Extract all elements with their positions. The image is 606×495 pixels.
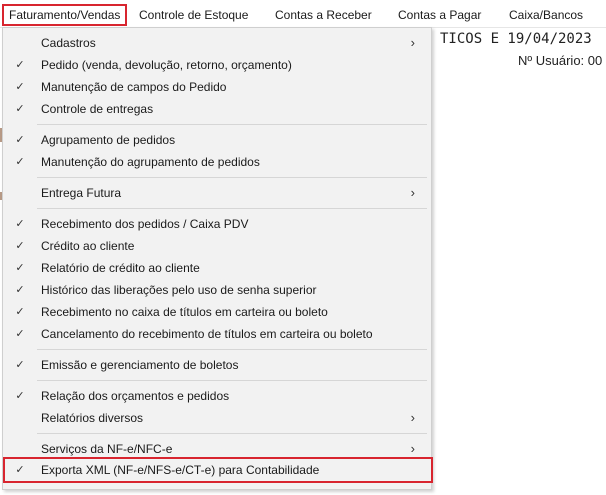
menu-item-entrega-futura[interactable]: Entrega Futura › [5, 182, 429, 204]
menu-item-label: Cadastros [41, 36, 96, 50]
menu-item-label: Relatórios diversos [41, 411, 144, 425]
menu-item-label: Crédito ao cliente [41, 239, 135, 253]
menu-item-recebimento-titulos[interactable]: ✓ Recebimento no caixa de títulos em car… [5, 301, 429, 323]
menu-item-cadastros[interactable]: Cadastros › [5, 32, 429, 54]
menubar-contas-receber[interactable]: Contas a Receber [270, 4, 377, 26]
menu-separator [37, 208, 427, 209]
menu-separator [37, 349, 427, 350]
menu-item-label: Controle de entregas [41, 102, 154, 116]
check-icon: ✓ [15, 262, 25, 274]
menu-item-label: Relação dos orçamentos e pedidos [41, 389, 230, 403]
check-icon: ✓ [15, 390, 25, 402]
check-icon: ✓ [15, 284, 25, 296]
menubar-contas-pagar[interactable]: Contas a Pagar [393, 4, 486, 26]
check-icon: ✓ [15, 59, 25, 71]
chevron-right-icon: › [410, 35, 415, 50]
chevron-right-icon: › [410, 410, 415, 425]
menu-item-relatorios-diversos[interactable]: Relatórios diversos › [5, 407, 429, 429]
check-icon: ✓ [15, 134, 25, 146]
menu-item-relacao-orcamentos[interactable]: ✓ Relação dos orçamentos e pedidos [5, 385, 429, 407]
menu-bar: Faturamento/Vendas Controle de Estoque C… [0, 0, 606, 28]
check-icon: ✓ [15, 218, 25, 230]
check-icon: ✓ [15, 103, 25, 115]
menu-item-label: Manutenção do agrupamento de pedidos [41, 155, 260, 169]
menu-item-controle-entregas[interactable]: ✓ Controle de entregas [5, 98, 429, 120]
check-icon: ✓ [15, 464, 25, 476]
menu-item-agrupamento-pedidos[interactable]: ✓ Agrupamento de pedidos [5, 129, 429, 151]
menu-separator [37, 124, 427, 125]
menu-separator [37, 177, 427, 178]
check-icon: ✓ [15, 240, 25, 252]
menu-item-manutencao-campos-pedido[interactable]: ✓ Manutenção de campos do Pedido [5, 76, 429, 98]
menu-item-label: Emissão e gerenciamento de boletos [41, 358, 239, 372]
check-icon: ✓ [15, 81, 25, 93]
faturamento-vendas-dropdown: Cadastros › ✓ Pedido (venda, devolução, … [2, 27, 433, 490]
menu-item-label: Exporta XML (NF-e/NFS-e/CT-e) para Conta… [41, 463, 320, 477]
menu-separator [37, 380, 427, 381]
check-icon: ✓ [15, 156, 25, 168]
menu-item-label: Pedido (venda, devolução, retorno, orçam… [41, 58, 292, 72]
check-icon: ✓ [15, 359, 25, 371]
menu-item-label: Relatório de crédito ao cliente [41, 261, 200, 275]
menu-item-credito-cliente[interactable]: ✓ Crédito ao cliente [5, 235, 429, 257]
menu-item-label: Entrega Futura [41, 186, 122, 200]
menu-item-label: Manutenção de campos do Pedido [41, 80, 227, 94]
menu-item-manutencao-agrupamento[interactable]: ✓ Manutenção do agrupamento de pedidos [5, 151, 429, 173]
background-title-fragment: TICOS E 19/04/2023 [440, 31, 592, 47]
menubar-caixa-bancos[interactable]: Caixa/Bancos [504, 4, 588, 26]
menu-item-label: Recebimento dos pedidos / Caixa PDV [41, 217, 249, 231]
menu-item-historico-liberacoes[interactable]: ✓ Histórico das liberações pelo uso de s… [5, 279, 429, 301]
menu-item-label: Cancelamento do recebimento de títulos e… [41, 327, 373, 341]
menu-item-pedido[interactable]: ✓ Pedido (venda, devolução, retorno, orç… [5, 54, 429, 76]
menu-item-label: Agrupamento de pedidos [41, 133, 176, 147]
background-user-label: Nº Usuário: 00 [518, 53, 603, 68]
menu-item-label: Histórico das liberações pelo uso de sen… [41, 283, 317, 297]
chevron-right-icon: › [410, 185, 415, 200]
menu-separator [37, 433, 427, 434]
menu-item-emissao-boletos[interactable]: ✓ Emissão e gerenciamento de boletos [5, 354, 429, 376]
menu-item-exporta-xml[interactable]: ✓ Exporta XML (NF-e/NFS-e/CT-e) para Con… [5, 459, 429, 481]
menu-item-recebimento-pedidos[interactable]: ✓ Recebimento dos pedidos / Caixa PDV [5, 213, 429, 235]
check-icon: ✓ [15, 328, 25, 340]
menu-item-label: Recebimento no caixa de títulos em carte… [41, 305, 328, 319]
menubar-controle-estoque[interactable]: Controle de Estoque [134, 4, 253, 26]
check-icon: ✓ [15, 306, 25, 318]
menu-item-relatorio-credito[interactable]: ✓ Relatório de crédito ao cliente [5, 257, 429, 279]
menubar-faturamento-vendas[interactable]: Faturamento/Vendas [2, 4, 128, 26]
menu-item-cancelamento-recebimento[interactable]: ✓ Cancelamento do recebimento de títulos… [5, 323, 429, 345]
